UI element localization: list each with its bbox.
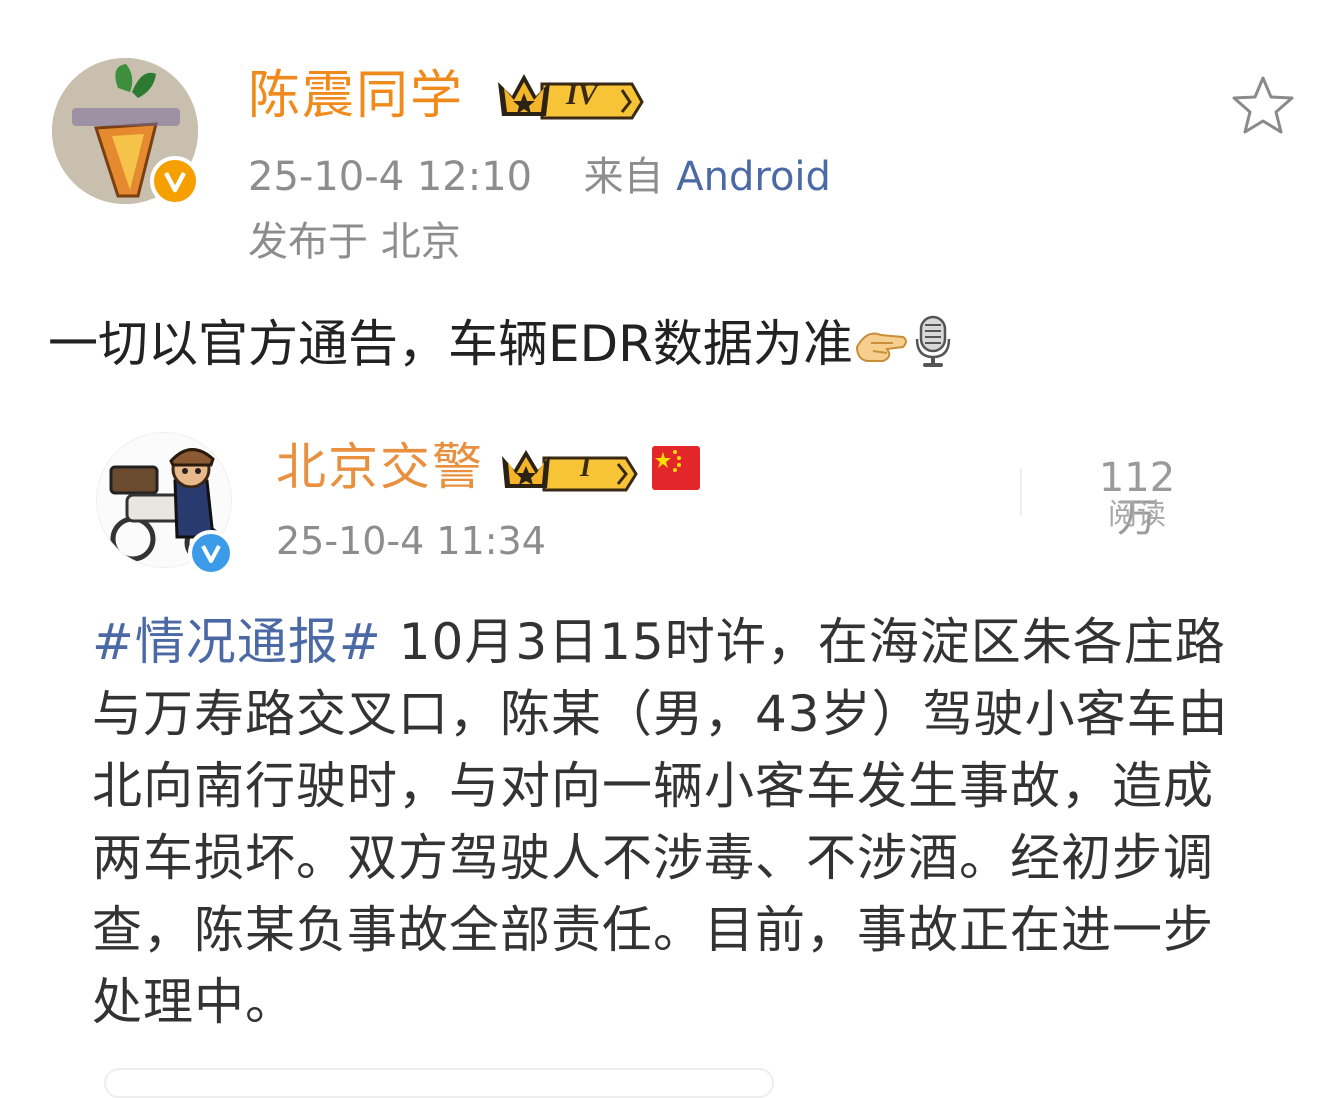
post-location: 发布于 北京 <box>248 219 461 265</box>
reads-label: 阅读 <box>1107 497 1166 531</box>
favorite-star-button[interactable] <box>1230 74 1296 136</box>
divider <box>1020 468 1022 516</box>
level-badge-text: IV <box>566 78 598 111</box>
repost-crown-badge[interactable]: I <box>498 444 638 494</box>
china-flag-icon <box>652 446 700 490</box>
repost-author-name[interactable]: 北京交警 <box>276 442 484 492</box>
microphone-emoji-icon <box>915 315 951 367</box>
source-prefix: 来自 <box>583 154 664 200</box>
repost-body: #情况通报# 10月3日15时许，在海淀区朱各庄路与万寿路交叉口，陈某（男，43… <box>92 606 1262 1038</box>
star-icon <box>1232 76 1294 134</box>
topic-hashtag-link[interactable]: #情况通报# <box>92 613 382 671</box>
verified-blue-icon <box>188 530 234 576</box>
handshake-emoji-icon <box>855 332 907 362</box>
repost-level-badge-text: I <box>580 452 591 483</box>
comment-input-hint[interactable] <box>104 1068 774 1098</box>
repost-body-text: 10月3日15时许，在海淀区朱各庄路与万寿路交叉口，陈某（男，43岁）驾驶小客车… <box>92 613 1229 1031</box>
post-text-content: 一切以官方通告，车辆EDR数据为准 <box>48 315 853 373</box>
post-text: 一切以官方通告，车辆EDR数据为准 <box>48 312 955 376</box>
post-timestamp: 25-10-4 12:10 <box>248 154 533 200</box>
source-link[interactable]: Android <box>676 154 831 200</box>
crown-icon <box>502 450 638 492</box>
post-meta: 25-10-4 12:10 来自 Android <box>248 157 831 197</box>
verified-gold-icon <box>150 156 200 206</box>
author-name[interactable]: 陈震同学 <box>248 70 464 122</box>
repost-timestamp: 25-10-4 11:34 <box>276 519 546 563</box>
vip-crown-badge[interactable]: IV <box>494 66 644 122</box>
